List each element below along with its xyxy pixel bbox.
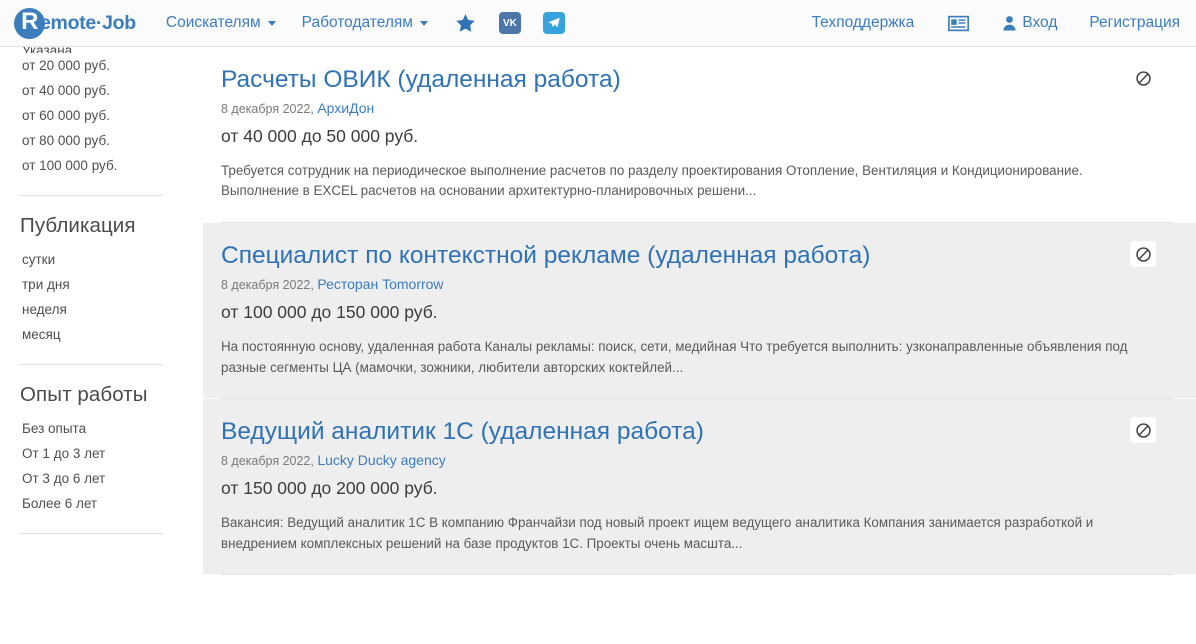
filter-experience-6plus[interactable]: Более 6 лет (20, 491, 185, 516)
filter-publication-week[interactable]: неделя (20, 297, 185, 322)
filter-experience-1-3[interactable]: От 1 до 3 лет (20, 441, 185, 466)
telegram-link-button[interactable] (542, 12, 565, 34)
register-link[interactable]: Регистрация (1089, 14, 1180, 32)
newspaper-icon (948, 15, 970, 31)
vk-link-button[interactable]: VK (498, 12, 521, 34)
vacancy-salary: от 150 000 до 200 000 руб. (221, 477, 438, 498)
filter-group-experience: Опыт работы Без опыта От 1 до 3 лет От 3… (20, 383, 185, 534)
chevron-down-icon (267, 20, 276, 26)
sidebar-divider (20, 364, 163, 365)
filter-group-publication: Публикация сутки три дня неделя месяц (20, 214, 185, 365)
nav-employers[interactable]: Работодателям (302, 14, 428, 32)
telegram-icon (542, 12, 565, 34)
vacancy-description: Вакансия: Ведущий аналитик 1С В компанию… (221, 514, 1094, 551)
vk-icon: VK (498, 12, 521, 34)
vacancy-meta: 8 декабря 2022, Ресторан Tomorrow (221, 276, 1174, 292)
vacancy-title[interactable]: Специалист по контекстной рекламе (удале… (221, 241, 870, 272)
vacancy-salary: от 100 000 до 150 000 руб. (221, 301, 438, 322)
filter-publication-three-days[interactable]: три дня (20, 272, 185, 297)
nav-seekers[interactable]: Соискателям (166, 14, 276, 32)
filter-group-salary: Указана от 20 000 руб. от 40 000 руб. от… (20, 47, 185, 196)
filter-publication-month[interactable]: месяц (20, 322, 185, 347)
vacancy-title[interactable]: Ведущий аналитик 1С (удаленная работа) (221, 417, 704, 448)
vacancy-salary: от 40 000 до 50 000 руб. (221, 125, 419, 146)
login-link[interactable]: Вход (1002, 14, 1057, 32)
chevron-down-icon (419, 20, 428, 26)
vacancy-company-link[interactable]: Ресторан Tomorrow (317, 276, 443, 292)
filter-group-publication-title: Публикация (20, 214, 136, 237)
block-icon (1135, 423, 1151, 438)
block-icon (1135, 70, 1151, 86)
filter-experience-none[interactable]: Без опыта (20, 416, 185, 441)
vacancy-meta: 8 декабря 2022, Lucky Ducky agency (221, 452, 1174, 468)
support-link[interactable]: Техподдержка (812, 14, 915, 32)
star-icon (456, 13, 475, 32)
vacancy-description: На постоянную основу, удаленная работа К… (221, 338, 1128, 375)
site-logo[interactable]: R emote·Job (14, 7, 136, 39)
logo-letter: R (21, 8, 38, 35)
vacancy-company-link[interactable]: Lucky Ducky agency (317, 452, 445, 468)
nav-employers-label: Работодателям (301, 14, 413, 31)
filter-salary-20000[interactable]: от 20 000 руб. (20, 53, 185, 78)
site-header: R emote·Job Соискателям Работодателям VK… (0, 0, 1196, 47)
hide-vacancy-button[interactable] (1130, 65, 1156, 91)
filter-publication-day[interactable]: сутки (20, 247, 185, 272)
vacancy-title[interactable]: Расчеты ОВИК (удаленная работа) (221, 65, 621, 96)
vacancy-date: 8 декабря 2022, (221, 453, 314, 468)
filters-sidebar: Указана от 20 000 руб. от 40 000 руб. от… (0, 47, 185, 644)
nav-seekers-label: Соискателям (165, 14, 261, 31)
header-right-group: Техподдержка Вход Регистрация (780, 14, 1180, 33)
filter-salary-40000[interactable]: от 40 000 руб. (20, 78, 185, 103)
page-body: Указана от 20 000 руб. от 40 000 руб. от… (0, 47, 1196, 644)
vacancy-meta: 8 декабря 2022, АрхиДон (221, 100, 1174, 116)
vacancy-date: 8 декабря 2022, (221, 277, 314, 292)
login-label: Вход (1022, 14, 1058, 31)
vacancy-card[interactable]: Расчеты ОВИК (удаленная работа) 8 декабр… (203, 47, 1196, 222)
user-icon (1002, 15, 1017, 31)
block-icon (1135, 246, 1151, 262)
hide-vacancy-button[interactable] (1130, 241, 1156, 268)
hide-vacancy-button[interactable] (1130, 417, 1156, 444)
vacancy-card[interactable]: Ведущий аналитик 1С (удаленная работа) 8… (203, 399, 1196, 575)
filter-salary-80000[interactable]: от 80 000 руб. (20, 128, 185, 153)
filter-experience-3-6[interactable]: От 3 до 6 лет (20, 466, 185, 491)
news-button[interactable] (948, 14, 970, 33)
vacancy-date: 8 декабря 2022, (221, 101, 314, 116)
vacancy-list: Расчеты ОВИК (удаленная работа) 8 декабр… (185, 47, 1196, 644)
filter-group-experience-title: Опыт работы (20, 383, 148, 406)
favorites-star-button[interactable] (454, 12, 477, 35)
sidebar-divider (20, 533, 163, 534)
vacancy-description: Требуется сотрудник на периодическое вып… (221, 162, 1083, 199)
vacancy-card[interactable]: Специалист по контекстной рекламе (удале… (203, 223, 1196, 399)
list-divider (221, 574, 1174, 576)
vacancy-company-link[interactable]: АрхиДон (317, 100, 374, 116)
filter-salary-100000[interactable]: от 100 000 руб. (20, 153, 185, 178)
filter-salary-60000[interactable]: от 60 000 руб. (20, 103, 185, 128)
sidebar-divider (20, 195, 163, 196)
logo-wordmark: emote·Job (40, 11, 136, 34)
